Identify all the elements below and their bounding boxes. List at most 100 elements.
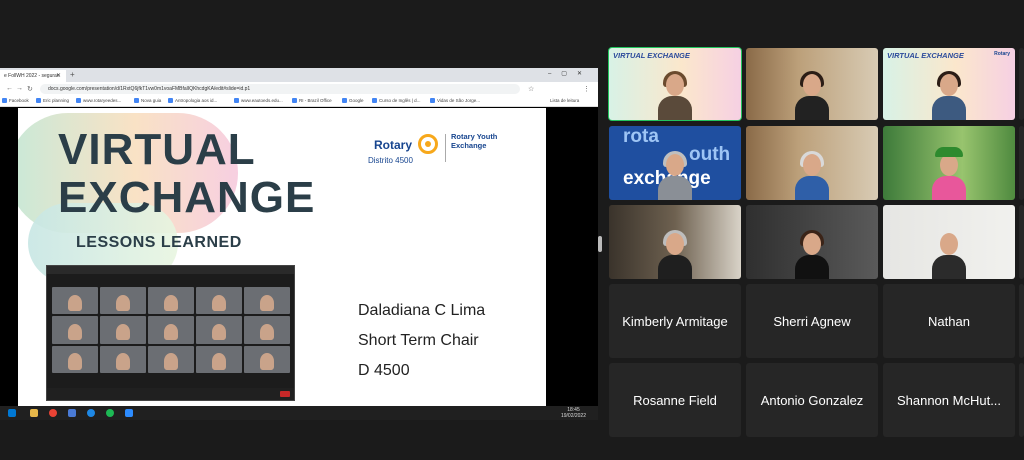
back-icon[interactable]: ← xyxy=(6,85,13,92)
bookmark-favicon-icon xyxy=(36,98,41,104)
presenter-info: Daladiana C Lima Short Term Chair D 4500 xyxy=(358,296,485,386)
rotary-logo-text: Rotary xyxy=(374,138,413,152)
new-tab-icon[interactable]: + xyxy=(70,71,75,79)
presenter-name: Daladiana C Lima xyxy=(358,302,486,319)
participant-video-tile[interactable] xyxy=(746,205,878,279)
participant-video-tile[interactable]: rota outh exchange xyxy=(609,126,741,200)
start-menu-icon[interactable] xyxy=(8,409,16,417)
presenter-district: D 4500 xyxy=(358,362,410,379)
close-tab-icon[interactable]: ✕ xyxy=(56,73,61,79)
participant-name-tile[interactable]: Kimberly Armitage xyxy=(609,284,741,358)
bookmark-favicon-icon xyxy=(430,98,435,104)
browser-tab-title: e FollWH 2022 - seguran xyxy=(4,73,60,79)
browser-tab[interactable]: e FollWH 2022 - seguran ✕ xyxy=(0,70,66,82)
mini-video-tile xyxy=(244,287,290,315)
bookmark-item[interactable]: www.rotaryeedes... xyxy=(76,98,121,104)
mini-video-tile xyxy=(148,345,194,373)
participant-video-tile-partial[interactable] xyxy=(1019,48,1024,120)
mini-video-tile xyxy=(100,345,146,373)
rotary-youth-exchange-logo: Rotary Youth Exchange xyxy=(451,132,498,150)
bookmark-item[interactable]: Eric planning xyxy=(36,98,69,104)
mini-video-tile xyxy=(100,316,146,344)
rotary-district: Distrito 4500 xyxy=(368,156,413,165)
chrome-icon[interactable] xyxy=(49,409,57,417)
bookmark-favicon-icon xyxy=(134,98,139,104)
bookmark-star-icon[interactable]: ☆ xyxy=(528,85,534,93)
participant-video-tile[interactable] xyxy=(883,126,1015,200)
bookmark-favicon-icon xyxy=(292,98,297,104)
split-view-handle[interactable] xyxy=(598,236,602,252)
bookmark-favicon-icon xyxy=(372,98,377,104)
participant-video xyxy=(932,233,966,279)
participant-name-tile[interactable]: Rosanne Field xyxy=(609,363,741,437)
participant-name-tile[interactable]: Shannon McHut... xyxy=(883,363,1015,437)
participant-video-tile[interactable]: VIRTUAL EXCHANGE xyxy=(608,47,742,121)
forward-icon[interactable]: → xyxy=(16,85,23,92)
participant-name: Sherri Agnew xyxy=(773,313,851,329)
zoom-icon[interactable] xyxy=(125,409,133,417)
bookmark-item[interactable]: RI - Brazil Office xyxy=(292,98,332,104)
reload-icon[interactable]: ↻ xyxy=(27,85,33,93)
bookmark-item[interactable]: Vidas de São Jorge... xyxy=(430,98,480,104)
participant-video-tile-partial[interactable] xyxy=(1019,126,1024,200)
bookmark-item[interactable]: Antropologia aos id... xyxy=(168,98,217,104)
mini-video-tile xyxy=(148,287,194,315)
window-controls[interactable]: –▢✕ xyxy=(548,70,592,77)
mini-video-tile xyxy=(196,316,242,344)
spotify-icon[interactable] xyxy=(106,409,114,417)
mini-video-tile xyxy=(52,287,98,315)
rotary-background-text: outh xyxy=(689,144,731,165)
participant-name: Rosanne Field xyxy=(633,392,717,408)
bookmark-favicon-icon xyxy=(76,98,81,104)
participant-video-tile[interactable] xyxy=(883,205,1015,279)
bookmark-item[interactable]: Google xyxy=(342,98,364,104)
mini-window-bar xyxy=(47,266,294,274)
bookmark-item[interactable]: Nova guia xyxy=(134,98,161,104)
bookmarks-bar: Facebook Eric planning www.rotaryeedes..… xyxy=(0,96,598,107)
taskbar-clock[interactable]: 18:45 19/02/2022 xyxy=(561,407,586,419)
participant-video-tile[interactable] xyxy=(609,205,741,279)
participant-name: Nathan xyxy=(928,313,970,329)
participant-video-tile[interactable] xyxy=(746,48,878,120)
reading-list[interactable]: Lista de leitura xyxy=(550,98,579,103)
participant-name: Shannon McHut... xyxy=(896,392,1002,408)
participant-name-tile[interactable]: Antonio Gonzalez xyxy=(746,363,878,437)
participant-video-tile[interactable] xyxy=(746,126,878,200)
participant-video-tile[interactable]: VIRTUAL EXCHANGE Rotary xyxy=(883,48,1015,120)
bookmark-item[interactable]: Curso de Inglês | d... xyxy=(372,98,420,104)
windows-taskbar: 18:45 19/02/2022 xyxy=(0,406,598,420)
browser-tab-strip: e FollWH 2022 - seguran ✕ + –▢✕ xyxy=(0,68,598,82)
rotary-logo: Rotary xyxy=(994,51,1010,57)
participant-video xyxy=(795,71,829,120)
presenter-role: Short Term Chair xyxy=(358,332,479,349)
edge-icon[interactable] xyxy=(87,409,95,417)
participant-video xyxy=(795,151,829,200)
participant-video xyxy=(932,71,966,120)
participant-video-tile-partial[interactable] xyxy=(1019,205,1024,279)
participant-name-tile[interactable]: Sherri Agnew xyxy=(746,284,878,358)
slide-title: VIRTUAL EXCHANGE xyxy=(58,125,316,222)
bookmark-item[interactable]: Facebook xyxy=(2,98,29,104)
file-explorer-icon[interactable] xyxy=(30,409,38,417)
mini-video-tile xyxy=(244,316,290,344)
participant-name-tile-partial[interactable] xyxy=(1019,284,1024,358)
bookmark-favicon-icon xyxy=(168,98,173,104)
participant-video xyxy=(932,147,966,200)
virtual-exchange-banner: VIRTUAL EXCHANGE xyxy=(887,51,964,60)
logo-divider xyxy=(445,134,446,162)
rotary-background-text: rota xyxy=(623,126,659,147)
url-input[interactable]: docs.google.com/presentation/d/1RxtQ6jfk… xyxy=(40,84,520,94)
bookmark-favicon-icon xyxy=(2,98,7,104)
mini-video-tile xyxy=(52,316,98,344)
presentation-slide: VIRTUAL EXCHANGE LESSONS LEARNED Rotary … xyxy=(18,108,546,406)
mini-video-tile xyxy=(196,345,242,373)
participant-name-tile-partial[interactable] xyxy=(1019,363,1024,437)
browser-menu-icon[interactable]: ⋮ xyxy=(583,85,590,93)
slide-subtitle: LESSONS LEARNED xyxy=(76,234,242,251)
bookmark-item[interactable]: www.eautoeds.edu... xyxy=(234,98,283,104)
participant-name: Kimberly Armitage xyxy=(622,313,728,329)
mini-video-tile xyxy=(148,316,194,344)
participant-name-tile[interactable]: Nathan xyxy=(883,284,1015,358)
address-bar-row: ← → ↻ docs.google.com/presentation/d/1Rx… xyxy=(0,82,598,96)
app-icon[interactable] xyxy=(68,409,76,417)
